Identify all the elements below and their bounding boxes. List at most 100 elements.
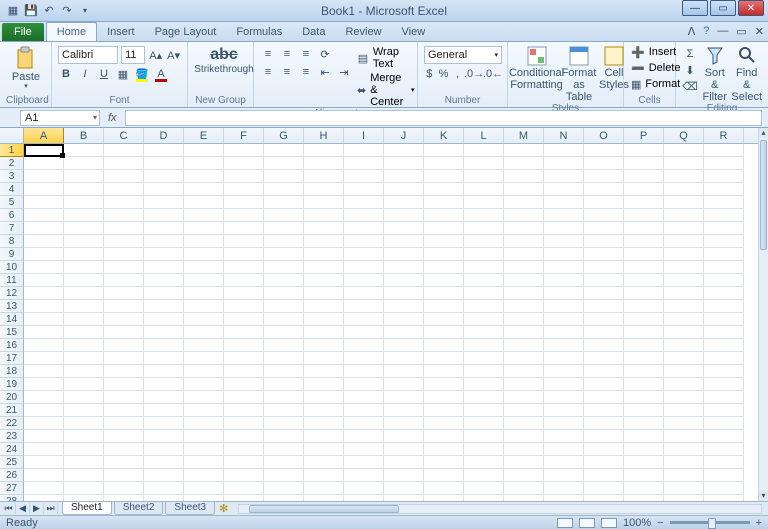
cell[interactable] — [424, 274, 464, 287]
cell[interactable] — [64, 222, 104, 235]
cell[interactable] — [264, 313, 304, 326]
cell[interactable] — [704, 352, 744, 365]
fill-color-button[interactable]: 🪣 — [134, 66, 150, 82]
cell[interactable] — [704, 157, 744, 170]
cell[interactable] — [664, 209, 704, 222]
cell[interactable] — [144, 404, 184, 417]
cell[interactable] — [264, 365, 304, 378]
cell[interactable] — [64, 235, 104, 248]
cell[interactable] — [224, 287, 264, 300]
cell[interactable] — [264, 326, 304, 339]
cell[interactable] — [664, 404, 704, 417]
cell[interactable] — [144, 417, 184, 430]
align-bottom-icon[interactable]: ≡ — [298, 46, 314, 62]
cell[interactable] — [624, 378, 664, 391]
cell[interactable] — [544, 274, 584, 287]
cell[interactable] — [544, 196, 584, 209]
cell[interactable] — [104, 404, 144, 417]
cell[interactable] — [104, 248, 144, 261]
cell[interactable] — [224, 326, 264, 339]
cell[interactable] — [544, 365, 584, 378]
cell[interactable] — [24, 287, 64, 300]
cell[interactable] — [24, 196, 64, 209]
cell[interactable] — [184, 144, 224, 157]
border-button[interactable]: ▦ — [115, 66, 131, 82]
cell[interactable] — [304, 404, 344, 417]
zoom-out-icon[interactable]: − — [657, 517, 663, 529]
cell[interactable] — [104, 157, 144, 170]
font-color-button[interactable]: A — [153, 66, 169, 82]
cell[interactable] — [424, 378, 464, 391]
cell[interactable] — [64, 391, 104, 404]
row-header[interactable]: 19 — [0, 378, 24, 391]
cell[interactable] — [624, 313, 664, 326]
cell[interactable] — [64, 456, 104, 469]
cell[interactable] — [584, 482, 624, 495]
cell[interactable] — [624, 443, 664, 456]
cell[interactable] — [344, 157, 384, 170]
cell[interactable] — [384, 443, 424, 456]
cell[interactable] — [584, 287, 624, 300]
cell[interactable] — [424, 183, 464, 196]
decrease-indent-icon[interactable]: ⇤ — [317, 64, 333, 80]
cell[interactable] — [624, 196, 664, 209]
cell[interactable] — [664, 378, 704, 391]
cell[interactable] — [224, 144, 264, 157]
cell[interactable] — [304, 326, 344, 339]
orientation-icon[interactable]: ⟳ — [317, 46, 333, 62]
cell[interactable] — [104, 339, 144, 352]
cell[interactable] — [64, 248, 104, 261]
cell[interactable] — [504, 365, 544, 378]
wbk-close-icon[interactable]: ✕ — [755, 25, 764, 38]
cell[interactable] — [384, 157, 424, 170]
row-header[interactable]: 4 — [0, 183, 24, 196]
cell[interactable] — [504, 456, 544, 469]
cell[interactable] — [624, 365, 664, 378]
cell[interactable] — [584, 365, 624, 378]
cell[interactable] — [464, 378, 504, 391]
cell[interactable] — [24, 391, 64, 404]
cell[interactable] — [224, 170, 264, 183]
cell[interactable] — [704, 183, 744, 196]
cell[interactable] — [464, 365, 504, 378]
cell[interactable] — [544, 326, 584, 339]
cell[interactable] — [184, 209, 224, 222]
cell[interactable] — [704, 209, 744, 222]
cell[interactable] — [664, 300, 704, 313]
cell[interactable] — [264, 339, 304, 352]
cell[interactable] — [424, 235, 464, 248]
cell[interactable] — [544, 443, 584, 456]
cell[interactable] — [664, 313, 704, 326]
cell[interactable] — [584, 170, 624, 183]
cell[interactable] — [144, 313, 184, 326]
bold-button[interactable]: B — [58, 66, 74, 82]
cell[interactable] — [584, 144, 624, 157]
cell[interactable] — [504, 144, 544, 157]
cell[interactable] — [584, 248, 624, 261]
cell[interactable] — [624, 417, 664, 430]
cell[interactable] — [264, 404, 304, 417]
cell[interactable] — [104, 417, 144, 430]
font-size-select[interactable]: 11 — [121, 46, 145, 64]
cell[interactable] — [224, 430, 264, 443]
cell[interactable] — [624, 482, 664, 495]
cell[interactable] — [104, 391, 144, 404]
cell[interactable] — [64, 183, 104, 196]
horizontal-scrollbar[interactable] — [238, 504, 762, 514]
column-header[interactable]: K — [424, 128, 464, 143]
cell[interactable] — [464, 469, 504, 482]
cell[interactable] — [384, 326, 424, 339]
cell[interactable] — [664, 183, 704, 196]
tab-home[interactable]: Home — [46, 22, 97, 41]
column-header[interactable]: B — [64, 128, 104, 143]
cell[interactable] — [64, 482, 104, 495]
cell[interactable] — [184, 378, 224, 391]
cell[interactable] — [464, 144, 504, 157]
cell[interactable] — [304, 469, 344, 482]
cell[interactable] — [624, 274, 664, 287]
cell[interactable] — [424, 443, 464, 456]
row-header[interactable]: 7 — [0, 222, 24, 235]
cell[interactable] — [544, 404, 584, 417]
cell[interactable] — [584, 443, 624, 456]
cell[interactable] — [704, 287, 744, 300]
